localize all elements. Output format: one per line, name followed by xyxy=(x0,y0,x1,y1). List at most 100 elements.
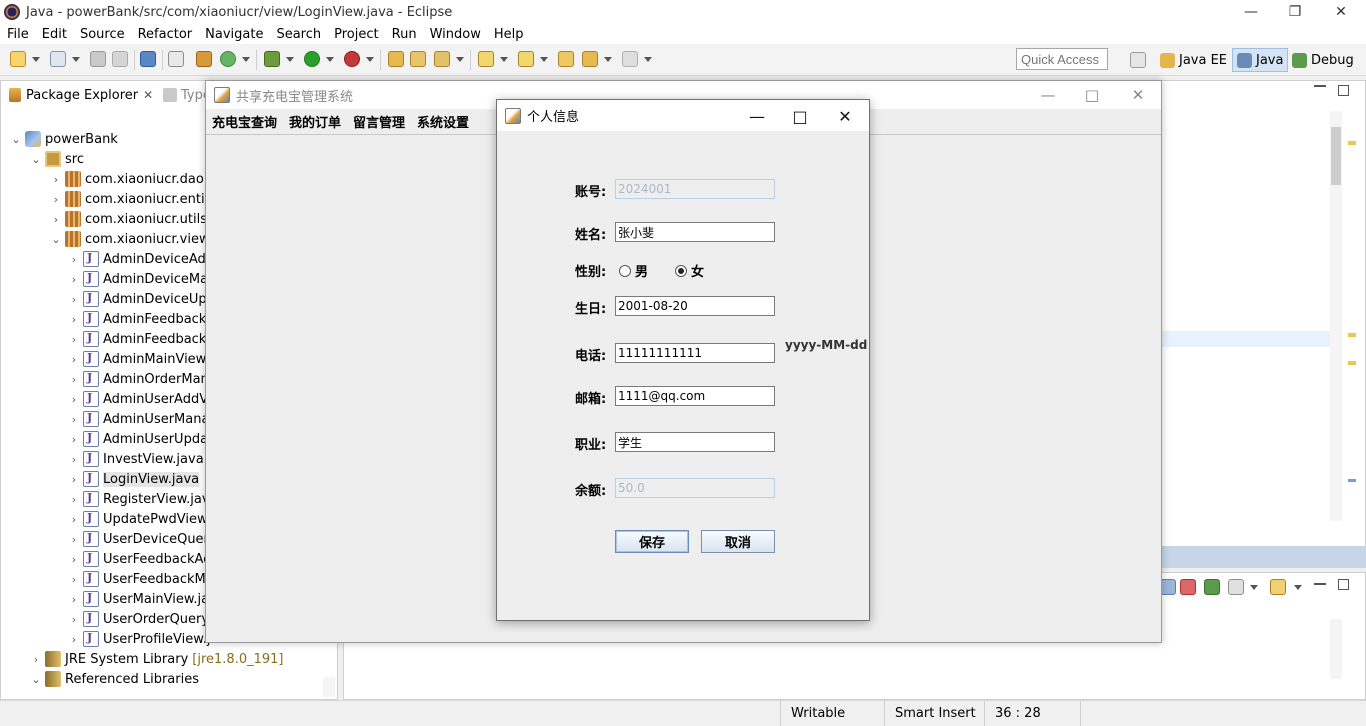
menu-search[interactable]: Search xyxy=(269,27,327,42)
tree-referenced-libraries[interactable]: ⌄ Referenced Libraries xyxy=(29,669,199,689)
tree-file[interactable]: › AdminUserUpdat xyxy=(67,429,213,449)
tree-file[interactable]: › AdminDeviceUpd xyxy=(67,289,215,309)
prev-annotation-dropdown-icon[interactable] xyxy=(540,57,548,62)
build-icon[interactable] xyxy=(196,51,212,67)
refresh-icon[interactable] xyxy=(220,51,236,67)
run-icon[interactable] xyxy=(304,51,320,67)
chevron-down-icon[interactable]: ⌄ xyxy=(29,153,43,166)
maximize-icon[interactable] xyxy=(1338,85,1349,96)
close-icon[interactable]: ✕ xyxy=(143,88,153,102)
chevron-right-icon[interactable]: › xyxy=(67,293,81,306)
chevron-down-icon[interactable]: ⌄ xyxy=(49,233,63,246)
chevron-right-icon[interactable]: › xyxy=(67,333,81,346)
birthday-field[interactable] xyxy=(615,296,775,316)
tree-file[interactable]: › RegisterView.java xyxy=(67,489,218,509)
menu-my-orders[interactable]: 我的订单 xyxy=(283,112,347,131)
tree-file[interactable]: › UserProfileView.ja xyxy=(67,629,218,649)
pen-icon[interactable] xyxy=(434,51,450,67)
menu-refactor[interactable]: Refactor xyxy=(131,27,199,42)
chevron-down-icon[interactable]: ⌄ xyxy=(9,133,23,146)
tree-file-selected[interactable]: › LoginView.java xyxy=(67,469,200,489)
cancel-button[interactable]: 取消 xyxy=(701,530,775,553)
console-pin-icon[interactable] xyxy=(1160,579,1176,595)
chevron-right-icon[interactable]: › xyxy=(67,393,81,406)
phone-field[interactable] xyxy=(615,343,775,363)
close-icon[interactable]: ✕ xyxy=(1123,85,1153,105)
tree-src-folder[interactable]: ⌄ src xyxy=(29,149,84,169)
tree-jre-library[interactable]: › JRE System Library [jre1.8.0_191] xyxy=(29,649,283,669)
display-dropdown-icon[interactable] xyxy=(1250,585,1258,590)
radio-checked-icon[interactable] xyxy=(675,264,687,277)
new-icon[interactable] xyxy=(10,51,26,67)
gender-female-radio[interactable]: 女 xyxy=(675,261,704,280)
chevron-right-icon[interactable]: › xyxy=(67,453,81,466)
tree-file[interactable]: › UserOrderQueryV xyxy=(67,609,218,629)
back-icon[interactable] xyxy=(582,51,598,67)
chevron-right-icon[interactable]: › xyxy=(67,353,81,366)
tree-file[interactable]: › UserMainView.jav xyxy=(67,589,217,609)
menu-help[interactable]: Help xyxy=(487,27,530,42)
job-field[interactable] xyxy=(615,432,775,452)
tree-file[interactable]: › UserFeedbackMa xyxy=(67,569,214,589)
tree-package[interactable]: › com.xiaoniucr.entity xyxy=(49,189,217,209)
chevron-down-icon[interactable]: ⌄ xyxy=(29,673,43,686)
tree-file[interactable]: › AdminOrderMana xyxy=(67,369,217,389)
last-edit-icon[interactable] xyxy=(558,51,574,67)
maximize-icon[interactable]: □ xyxy=(780,104,820,128)
tree-file[interactable]: › AdminDeviceAdd xyxy=(67,249,214,269)
remove-launch-icon[interactable] xyxy=(1180,579,1196,595)
gender-male-radio[interactable]: 男 xyxy=(619,261,648,280)
tree-package[interactable]: ⌄ com.xiaoniucr.view xyxy=(49,229,210,249)
perspective-java-ee[interactable]: Java EE xyxy=(1156,48,1231,72)
console-icon[interactable] xyxy=(140,51,156,67)
tree-project[interactable]: ⌄ powerBank xyxy=(9,129,118,149)
pen-dropdown-icon[interactable] xyxy=(456,57,464,62)
tree-file[interactable]: › UserFeedbackAd xyxy=(67,549,211,569)
back-dropdown-icon[interactable] xyxy=(604,57,612,62)
save-icon[interactable] xyxy=(90,51,106,67)
open-perspective-icon[interactable] xyxy=(1130,52,1146,68)
new-console-icon[interactable] xyxy=(1204,579,1220,595)
save-all-icon[interactable] xyxy=(112,51,128,67)
forward-dropdown-icon[interactable] xyxy=(644,57,652,62)
skip-breakpoints-icon[interactable] xyxy=(168,51,184,67)
menu-window[interactable]: Window xyxy=(423,27,487,42)
chevron-right-icon[interactable]: › xyxy=(67,473,81,486)
chevron-right-icon[interactable]: › xyxy=(67,253,81,266)
tree-file[interactable]: › InvestView.java xyxy=(67,449,204,469)
scrollbar[interactable] xyxy=(323,677,335,697)
open-type-icon[interactable] xyxy=(388,51,404,67)
prev-annotation-icon[interactable] xyxy=(518,51,534,67)
radio-unchecked-icon[interactable] xyxy=(619,264,631,277)
new-dropdown-icon[interactable] xyxy=(32,57,40,62)
maximize-icon[interactable] xyxy=(1338,579,1349,590)
tree-file[interactable]: › AdminFeedbackR xyxy=(67,329,215,349)
close-icon[interactable]: ✕ xyxy=(1318,0,1364,24)
scroll-thumb[interactable] xyxy=(1331,127,1341,185)
chevron-right-icon[interactable]: › xyxy=(67,433,81,446)
menu-source[interactable]: Source xyxy=(73,27,131,42)
tree-file[interactable]: › AdminDeviceMan xyxy=(67,269,216,289)
external-tools-dropdown-icon[interactable] xyxy=(366,57,374,62)
chevron-right-icon[interactable]: › xyxy=(67,533,81,546)
debug-icon[interactable] xyxy=(264,51,280,67)
tree-file[interactable]: › AdminUserAddVi xyxy=(67,389,211,409)
external-tools-icon[interactable] xyxy=(344,51,360,67)
open-console-dropdown-icon[interactable] xyxy=(1294,585,1302,590)
minimize-icon[interactable]: — xyxy=(1033,85,1063,105)
tree-package[interactable]: › com.xiaoniucr.dao xyxy=(49,169,204,189)
forward-icon[interactable] xyxy=(622,51,638,67)
menu-message-management[interactable]: 留言管理 xyxy=(347,112,411,131)
tab-type-hierarchy[interactable]: Type xyxy=(163,83,211,107)
open-console-icon[interactable] xyxy=(1270,579,1286,595)
menu-powerbank-query[interactable]: 充电宝查询 xyxy=(206,112,283,131)
chevron-right-icon[interactable]: › xyxy=(67,493,81,506)
save-button[interactable]: 保存 xyxy=(615,530,689,553)
restore-icon[interactable]: ❐ xyxy=(1272,0,1318,24)
chevron-right-icon[interactable]: › xyxy=(67,553,81,566)
minimize-icon[interactable]: — xyxy=(737,104,777,128)
minimize-icon[interactable] xyxy=(1314,85,1326,97)
display-console-icon[interactable] xyxy=(1228,579,1244,595)
perspective-java[interactable]: Java xyxy=(1232,48,1289,72)
minimize-icon[interactable] xyxy=(1314,583,1326,585)
